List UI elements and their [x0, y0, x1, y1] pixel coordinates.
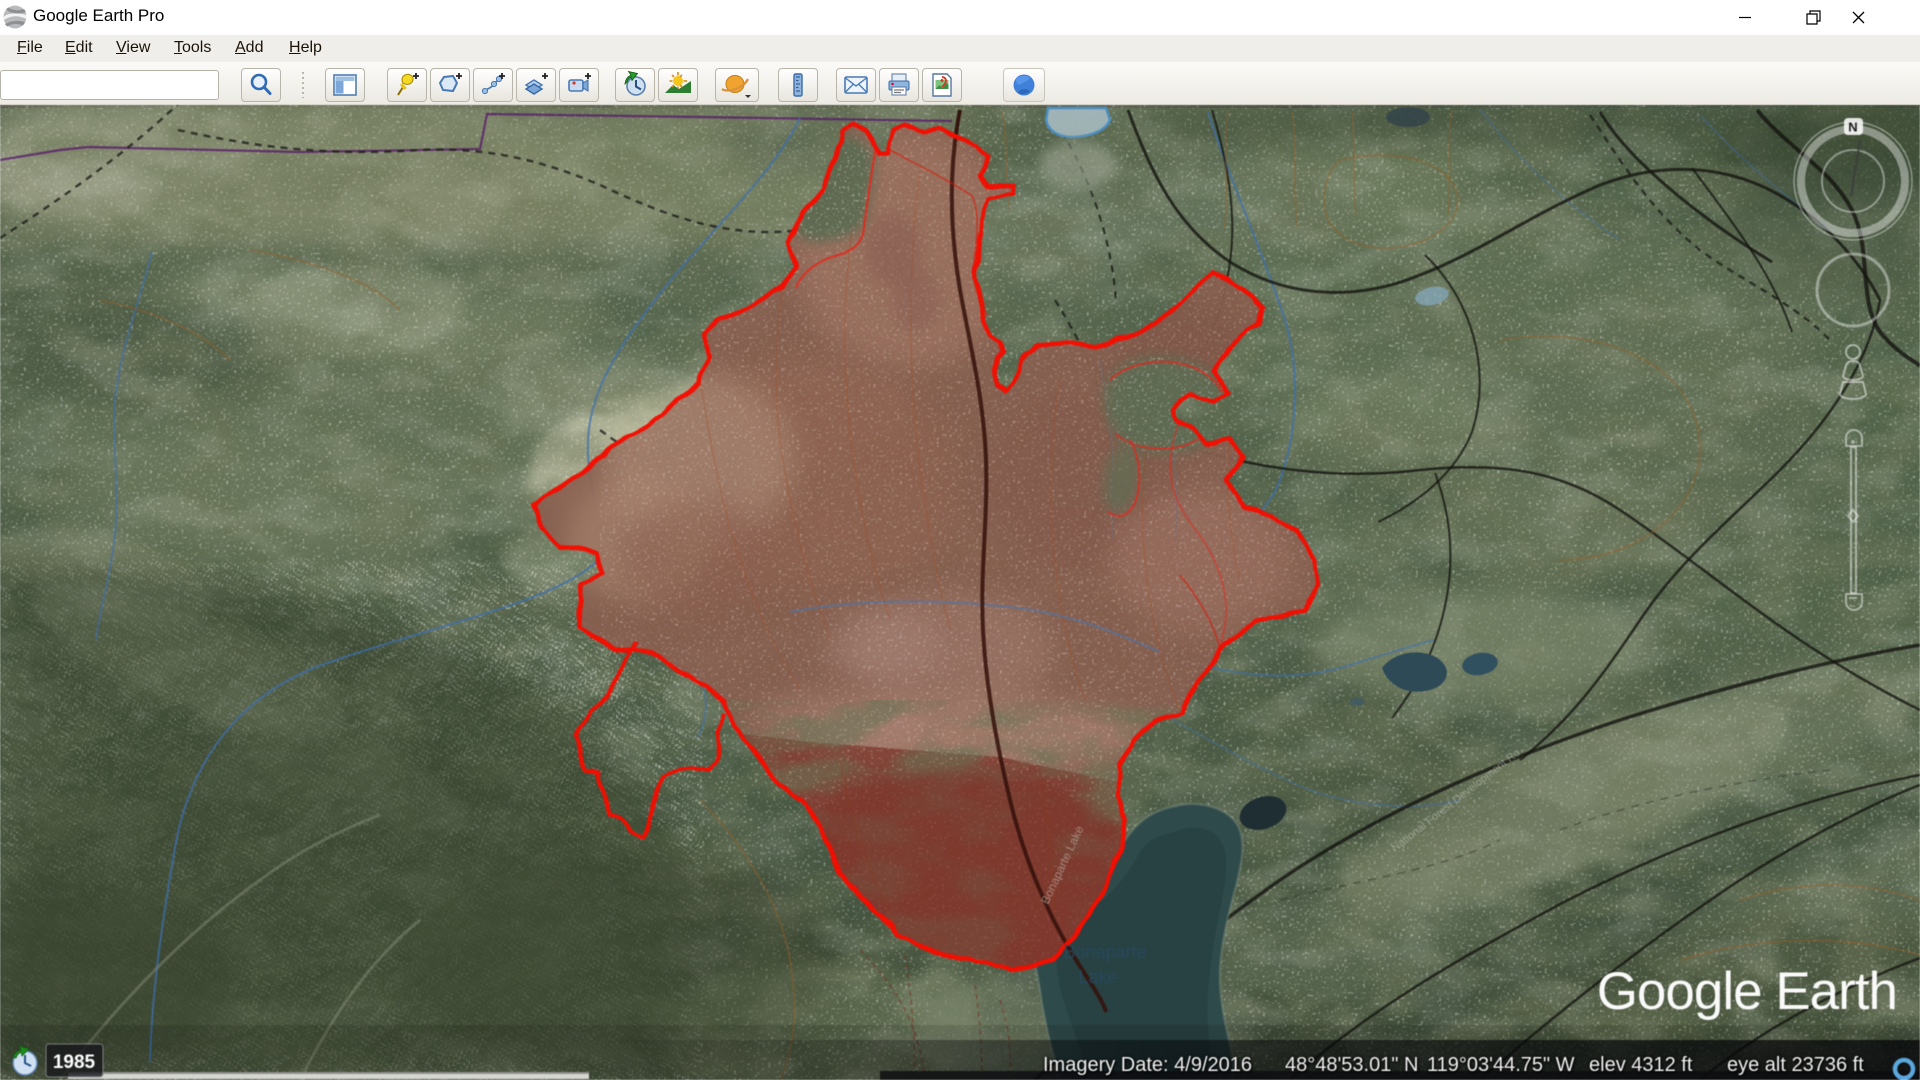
- svg-text:119°03'44.75" W: 119°03'44.75" W: [1427, 1054, 1575, 1076]
- svg-text:Bonaparte: Bonaparte: [1063, 942, 1146, 962]
- svg-text:Google Earth: Google Earth: [1597, 962, 1897, 1021]
- svg-text:elev 4312 ft: elev 4312 ft: [1589, 1054, 1693, 1076]
- svg-text:N: N: [1848, 120, 1857, 135]
- svg-text:48°48'53.01" N: 48°48'53.01" N: [1285, 1054, 1418, 1076]
- svg-text:Imagery Date: 4/9/2016: Imagery Date: 4/9/2016: [1043, 1054, 1252, 1076]
- svg-text:eye alt 23736 ft: eye alt 23736 ft: [1727, 1054, 1864, 1076]
- svg-text:Lake: Lake: [1078, 967, 1117, 987]
- svg-text:1985: 1985: [53, 1052, 96, 1073]
